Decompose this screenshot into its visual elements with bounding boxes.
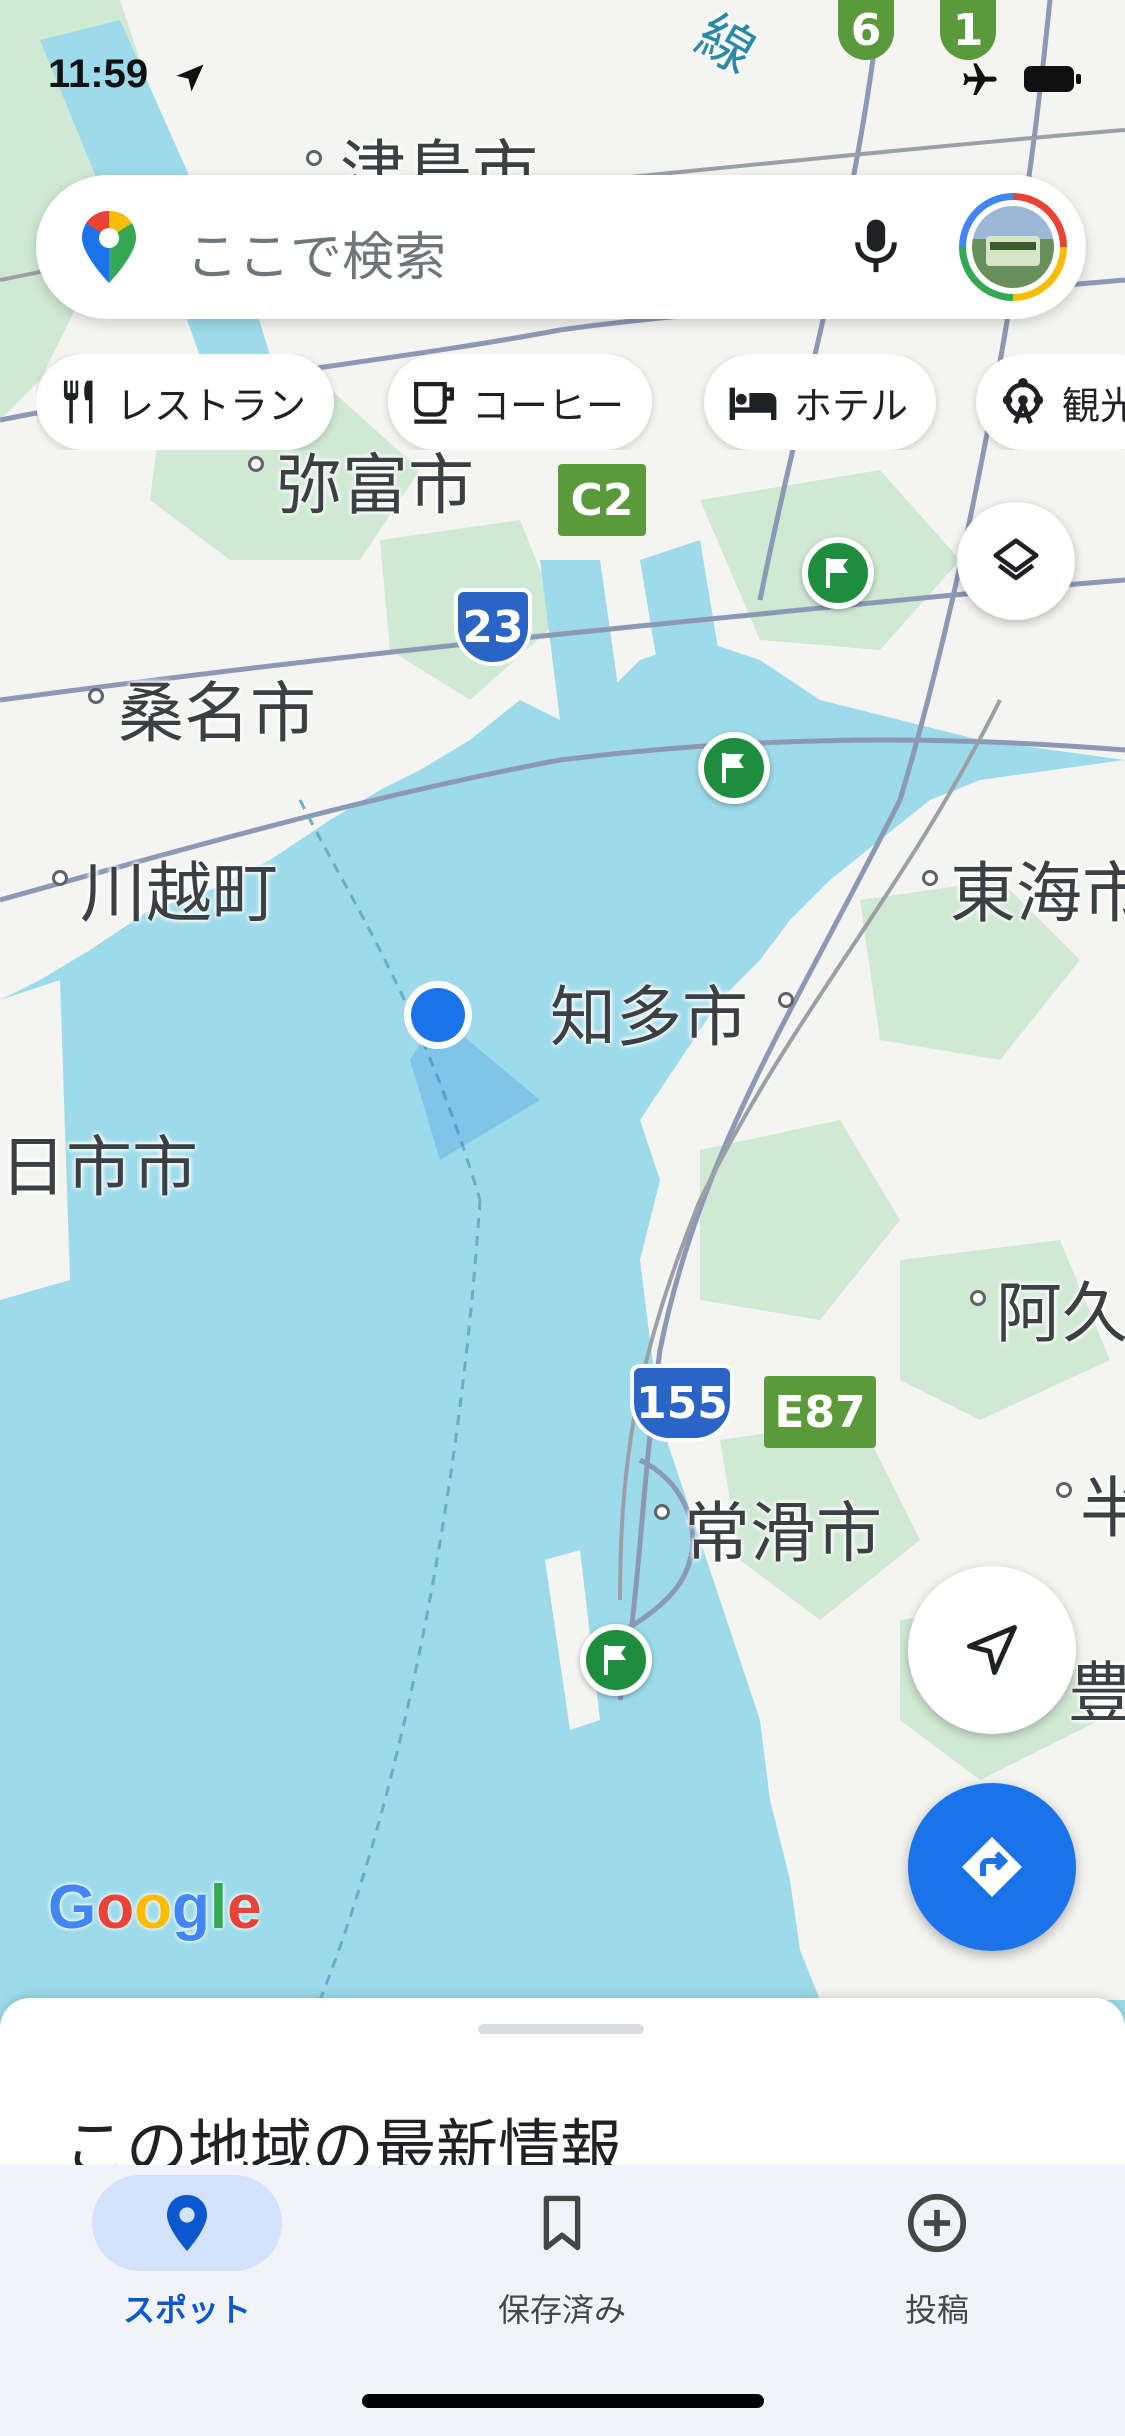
- google-logo: Google: [48, 1873, 262, 1942]
- nav-icon-pill: [467, 2175, 657, 2271]
- label-kawagoe[interactable]: 川越町: [80, 840, 278, 936]
- search-input[interactable]: ここで検索: [186, 215, 446, 290]
- location-arrow-icon: [176, 64, 204, 92]
- chip-sightseeing[interactable]: 観光: [976, 354, 1125, 450]
- shield-c2: C2: [558, 464, 646, 536]
- city-dot: [922, 870, 938, 886]
- category-chips: レストラン コーヒー ホテル 観光: [36, 354, 1125, 450]
- sheet-drag-handle[interactable]: [478, 2024, 644, 2034]
- shield-route-155: 155: [630, 1364, 734, 1442]
- search-bar[interactable]: ここで検索: [36, 175, 1086, 319]
- port-flag-pin[interactable]: [802, 537, 874, 609]
- label-chita[interactable]: 知多市: [550, 964, 748, 1060]
- hotel-bed-icon: [729, 387, 777, 420]
- directions-button[interactable]: [908, 1783, 1076, 1951]
- ferris-wheel-icon: [1002, 377, 1044, 425]
- status-bar: 11:59: [0, 0, 1125, 150]
- chip-coffee[interactable]: コーヒー: [388, 354, 653, 450]
- flag-icon: [722, 753, 744, 783]
- nav-tab-saved[interactable]: 保存済み: [432, 2175, 692, 2335]
- city-dot: [1056, 1482, 1072, 1498]
- port-flag-pin[interactable]: [698, 732, 770, 804]
- chip-label: ホテル: [794, 383, 909, 428]
- nav-label: スポット: [122, 2291, 251, 2329]
- directions-icon: [962, 1837, 1022, 1897]
- chip-hotel[interactable]: ホテル: [704, 354, 937, 450]
- maps-app: 津島市 弥富市 桑名市 川越町 東海市 知多市 日市市 阿久 常滑市 半 豊 線…: [0, 0, 1125, 2436]
- nav-label: 保存済み: [497, 2291, 626, 2329]
- city-dot: [88, 688, 104, 704]
- bookmark-icon: [543, 2195, 581, 2251]
- nav-icon-pill: [92, 2175, 282, 2271]
- chip-label: コーヒー: [472, 383, 625, 428]
- airplane-mode-icon: [963, 63, 997, 95]
- label-tokoname[interactable]: 常滑市: [684, 1480, 882, 1576]
- recenter-button[interactable]: [908, 1566, 1076, 1734]
- label-yokkaichi[interactable]: 日市市: [0, 1114, 198, 1210]
- navigation-arrow-icon: [967, 1625, 1017, 1675]
- add-circle-icon: [907, 2193, 967, 2253]
- google-maps-pin-icon: [82, 211, 136, 283]
- profile-avatar[interactable]: [959, 193, 1067, 301]
- battery-tip: [1076, 74, 1081, 84]
- label-kuwana[interactable]: 桑名市: [118, 660, 316, 756]
- label-han[interactable]: 半: [1080, 1455, 1125, 1551]
- explore-pin-icon: [167, 2195, 207, 2251]
- city-dot: [306, 150, 322, 166]
- layers-button[interactable]: [957, 502, 1075, 620]
- chip-restaurant[interactable]: レストラン: [36, 354, 335, 450]
- label-tokai[interactable]: 東海市: [950, 840, 1125, 936]
- nav-icon-pill: [842, 2175, 1032, 2271]
- battery-icon: [1024, 66, 1074, 92]
- nav-tab-explore[interactable]: スポット: [57, 2175, 317, 2335]
- port-flag-pin[interactable]: [580, 1624, 652, 1696]
- restaurant-icon: [63, 380, 93, 424]
- layers-icon: [993, 538, 1039, 581]
- shield-e87: E87: [764, 1376, 876, 1448]
- city-dot: [248, 456, 264, 472]
- my-location-dot: [411, 988, 465, 1042]
- nav-label: 投稿: [904, 2291, 969, 2329]
- city-dot: [654, 1504, 670, 1520]
- label-agui[interactable]: 阿久: [996, 1260, 1125, 1356]
- chip-label: レストラン: [116, 383, 307, 428]
- shield-route-23: 23: [454, 588, 532, 666]
- status-time: 11:59: [48, 52, 149, 96]
- chip-label: 観光: [1062, 383, 1125, 428]
- microphone-icon[interactable]: [848, 215, 904, 279]
- nav-tab-contribute[interactable]: 投稿: [807, 2175, 1067, 2335]
- flag-icon: [826, 558, 848, 588]
- city-dot: [52, 870, 68, 886]
- coffee-icon: [414, 382, 454, 424]
- label-toyo[interactable]: 豊: [1068, 1640, 1125, 1736]
- flag-icon: [604, 1645, 626, 1675]
- home-indicator[interactable]: [362, 2394, 764, 2408]
- city-dot: [970, 1290, 986, 1306]
- city-dot: [778, 992, 794, 1008]
